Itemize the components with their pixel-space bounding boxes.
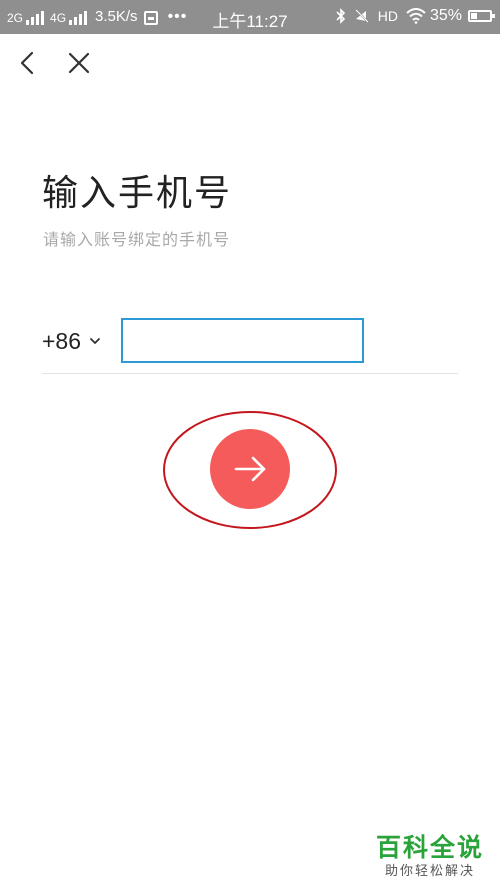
country-code-label: +86 [42,327,82,354]
bluetooth-icon [336,8,345,24]
back-button[interactable] [12,46,46,80]
chevron-down-icon [90,338,100,344]
chevron-left-icon [20,51,34,75]
watermark-subtitle: 助你轻松解决 [384,864,475,879]
country-code-selector[interactable]: +86 [42,324,101,358]
page-title: 输入手机号 [42,173,233,214]
input-underline [42,373,458,374]
next-button[interactable] [210,429,290,509]
phone-number-input[interactable] [121,318,364,363]
battery-percentage: 35% [429,7,462,24]
status-bar-right: HD 35% [332,7,495,25]
close-icon [68,52,90,74]
battery-icon [468,10,495,22]
status-bar: 2G 4G 3.5K/s ••• 上午11:27 HD 35% [0,0,500,34]
watermark-title: 百科全说 [375,833,484,862]
hd-label: HD [377,8,398,24]
page-subtitle: 请输入账号绑定的手机号 [43,230,231,249]
close-button[interactable] [62,46,96,80]
mute-icon [355,9,369,23]
wifi-icon [406,8,426,24]
arrow-right-icon [234,456,266,482]
watermark: 百科全说 助你轻松解决 [374,833,486,881]
